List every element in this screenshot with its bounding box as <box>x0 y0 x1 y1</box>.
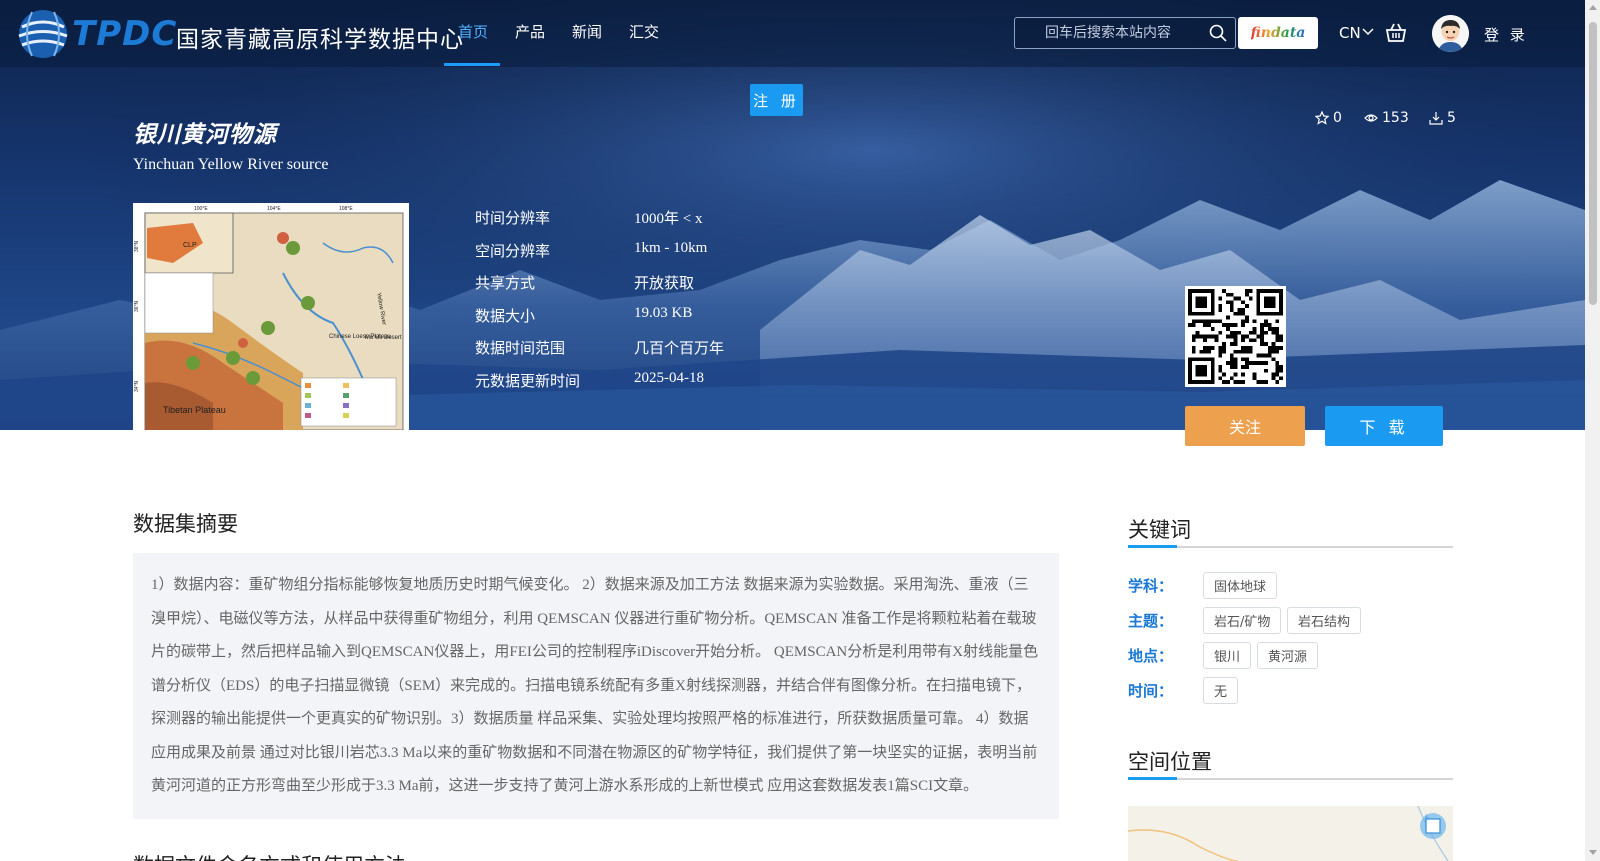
page-scrollbar[interactable] <box>1585 0 1600 861</box>
keyword-label-theme: 主题： <box>1128 612 1174 630</box>
downloads-stat: 5 <box>1429 110 1456 126</box>
thumbnail-map: 100°E 104°E 108°E 38°N 36°N 34°N CLP Mu … <box>133 203 409 430</box>
downloads-count: 5 <box>1447 110 1456 126</box>
file-naming-title: 数据文件命名方式和使用方法 <box>133 850 406 861</box>
dataset-title-english: Yinchuan Yellow River source <box>133 156 329 173</box>
abstract-title: 数据集摘要 <box>133 512 238 536</box>
dataset-thumbnail[interactable]: 100°E 104°E 108°E 38°N 36°N 34°N CLP Mu … <box>133 203 409 430</box>
search-box <box>1014 17 1236 49</box>
logo-chinese-name: 国家青藏高原科学数据中心 <box>176 27 464 53</box>
map-tick-34n: 34°N <box>134 380 140 392</box>
map-label-loess-plateau: Chinese Loess Plateau <box>329 334 391 340</box>
nav-products[interactable]: 产品 <box>515 21 545 42</box>
top-navbar: TPDC 国家青藏高原科学数据中心 首页 产品 新闻 汇交 findata CN <box>0 0 1585 67</box>
map-tick-104e: 104°E <box>267 206 281 212</box>
keywords-divider-accent <box>1128 545 1177 548</box>
nav-submit[interactable]: 汇交 <box>629 21 659 42</box>
keyword-tag[interactable]: 固体地球 <box>1203 572 1278 599</box>
register-button[interactable]: 注 册 <box>750 84 803 116</box>
login-link[interactable]: 登 录 <box>1484 24 1528 45</box>
findata-button[interactable]: findata <box>1238 17 1318 49</box>
follow-button[interactable]: 关注 <box>1185 406 1305 446</box>
chevron-down-icon[interactable] <box>1362 28 1374 36</box>
keyword-tag[interactable]: 岩石结构 <box>1287 607 1362 634</box>
keyword-tag[interactable]: 银川 <box>1203 642 1252 669</box>
nav-active-indicator <box>444 63 500 66</box>
scrollbar-thumb[interactable] <box>1589 22 1597 305</box>
language-selector[interactable]: CN <box>1339 24 1361 42</box>
map-label-tibetan-plateau: Tibetan Plateau <box>163 405 226 415</box>
logo-text: TPDC <box>72 14 178 54</box>
meta-label: 空间分辨率 <box>475 242 551 260</box>
dataset-title: 银川黄河物源 <box>133 122 277 148</box>
download-button[interactable]: 下 载 <box>1325 406 1443 446</box>
map-tick-100e: 100°E <box>194 206 208 212</box>
meta-label: 共享方式 <box>475 274 536 292</box>
keyword-tag[interactable]: 黄河源 <box>1257 642 1319 669</box>
stars-stat[interactable]: 0 <box>1315 110 1342 126</box>
meta-value: 几百个百万年 <box>634 341 725 357</box>
map-label-clp: CLP <box>183 242 197 249</box>
keywords-title: 关键词 <box>1128 518 1191 542</box>
spatial-divider-accent <box>1128 777 1177 780</box>
keyword-label-place: 地点： <box>1128 647 1174 665</box>
site-logo[interactable]: TPDC 国家青藏高原科学数据中心 <box>14 4 463 64</box>
meta-value: 开放获取 <box>634 276 695 292</box>
keyword-label-subject: 学科： <box>1128 577 1174 595</box>
user-avatar[interactable] <box>1432 15 1469 52</box>
nav-home[interactable]: 首页 <box>458 21 488 42</box>
keyword-tag[interactable]: 无 <box>1203 677 1239 704</box>
qr-code-icon <box>1188 289 1283 384</box>
eye-icon <box>1364 114 1378 122</box>
meta-label: 元数据更新时间 <box>475 372 581 390</box>
abstract-box: 1）数据内容：重矿物组分指标能够恢复地质历史时期气候变化。 2）数据来源及加工方… <box>133 553 1059 819</box>
star-icon <box>1315 111 1329 125</box>
abstract-text: 1）数据内容：重矿物组分指标能够恢复地质历史时期气候变化。 2）数据来源及加工方… <box>151 577 1039 794</box>
search-input[interactable] <box>1015 18 1195 48</box>
meta-value: 2025-04-18 <box>634 370 704 386</box>
map-tick-108e: 108°E <box>339 206 353 212</box>
stars-count: 0 <box>1333 110 1342 126</box>
qr-code <box>1185 286 1286 387</box>
meta-label: 时间分辨率 <box>475 209 551 227</box>
meta-value: 19.03 KB <box>634 305 693 321</box>
avatar-icon <box>1432 15 1469 52</box>
map-tick-36n: 36°N <box>134 300 140 312</box>
keyword-label-time: 时间： <box>1128 682 1174 700</box>
map-tiles <box>1128 806 1453 861</box>
spatial-title: 空间位置 <box>1128 750 1212 774</box>
meta-value: 1km - 10km <box>634 240 708 256</box>
findata-logo-text: findata <box>1250 25 1306 41</box>
download-icon <box>1429 112 1443 125</box>
views-stat: 153 <box>1364 110 1409 126</box>
scroll-up-arrow-icon[interactable] <box>1589 5 1597 10</box>
views-count: 153 <box>1382 110 1409 126</box>
meta-label: 数据时间范围 <box>475 339 566 357</box>
scroll-down-arrow-icon[interactable] <box>1589 850 1597 855</box>
keyword-tag[interactable]: 岩石/矿物 <box>1203 607 1282 634</box>
search-icon[interactable] <box>1209 24 1227 42</box>
meta-value: 1000年 < x <box>634 211 703 227</box>
meta-label: 数据大小 <box>475 307 536 325</box>
basket-icon[interactable] <box>1385 23 1407 43</box>
spatial-map[interactable] <box>1128 806 1453 861</box>
nav-news[interactable]: 新闻 <box>572 21 602 42</box>
globe-logo-icon <box>18 10 68 58</box>
map-tick-38n: 38°N <box>134 240 140 252</box>
